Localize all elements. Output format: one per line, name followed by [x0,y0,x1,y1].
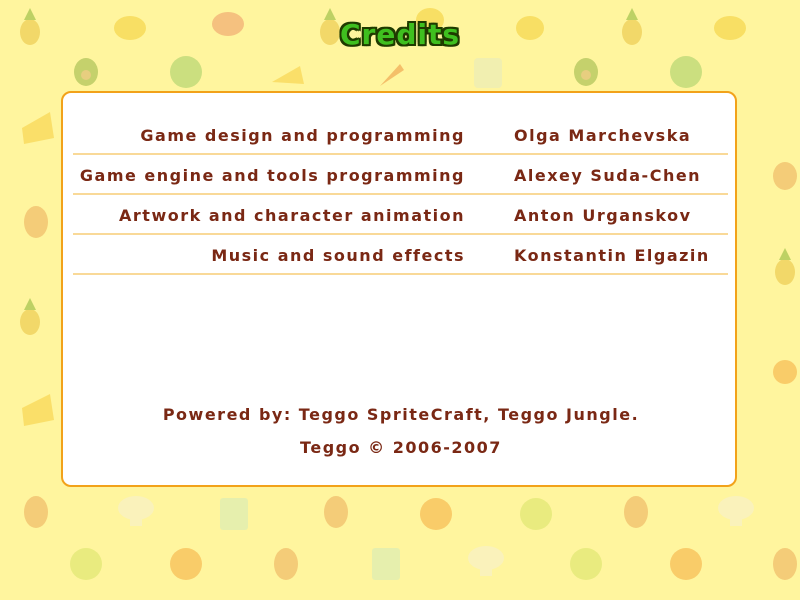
credit-role: Game design and programming [140,126,465,145]
lime-icon [520,498,552,530]
credit-role: Game engine and tools programming [79,166,465,185]
credit-name: Olga Marchevska [514,126,692,145]
drumstick-icon [24,206,48,238]
credit-name: Anton Urganskov [514,206,692,225]
drumstick-icon [624,496,648,528]
drumstick-icon [773,162,797,190]
drumstick-icon [324,496,348,528]
cheese-icon [22,112,54,144]
mushroom-icon [718,496,754,526]
credit-row: Game engine and tools programming Alexey… [73,153,728,195]
credit-role: Music and sound effects [211,246,465,265]
copyright-text: Teggo © 2006-2007 [300,438,502,457]
flour-icon [474,58,502,88]
avocado-icon [74,58,98,86]
cheese-icon [272,66,304,84]
credit-name: Alexey Suda-Chen [514,166,702,185]
orange-icon [773,360,797,384]
credit-row: Music and sound effects Konstantin Elgaz… [73,233,728,275]
cabbage-icon [670,56,702,88]
drumstick-icon [24,496,48,528]
milk-icon [220,498,248,530]
orange-icon [170,548,202,580]
milk-icon [372,548,400,580]
credit-row: Artwork and character animation Anton Ur… [73,193,728,235]
cabbage-icon [170,56,202,88]
mushroom-icon [468,546,504,576]
credit-role: Artwork and character animation [119,206,465,225]
pineapple-icon [775,248,795,285]
powered-by-text: Powered by: Teggo SpriteCraft, Teggo Jun… [162,405,640,424]
orange-icon [670,548,702,580]
avocado-icon [574,58,598,86]
credit-name: Konstantin Elgazin [514,246,710,265]
pineapple-icon [20,298,40,335]
orange-icon [420,498,452,530]
drumstick-icon [274,548,298,580]
mushroom-icon [118,496,154,526]
cheese-icon [22,394,54,426]
credits-panel: Game design and programming Olga Marchev… [61,91,737,487]
lime-icon [570,548,602,580]
page-title: Credits [339,18,461,51]
credit-row: Game design and programming Olga Marchev… [73,113,728,155]
lime-icon [70,548,102,580]
drumstick-icon [773,548,797,580]
carrot-icon [380,64,404,86]
